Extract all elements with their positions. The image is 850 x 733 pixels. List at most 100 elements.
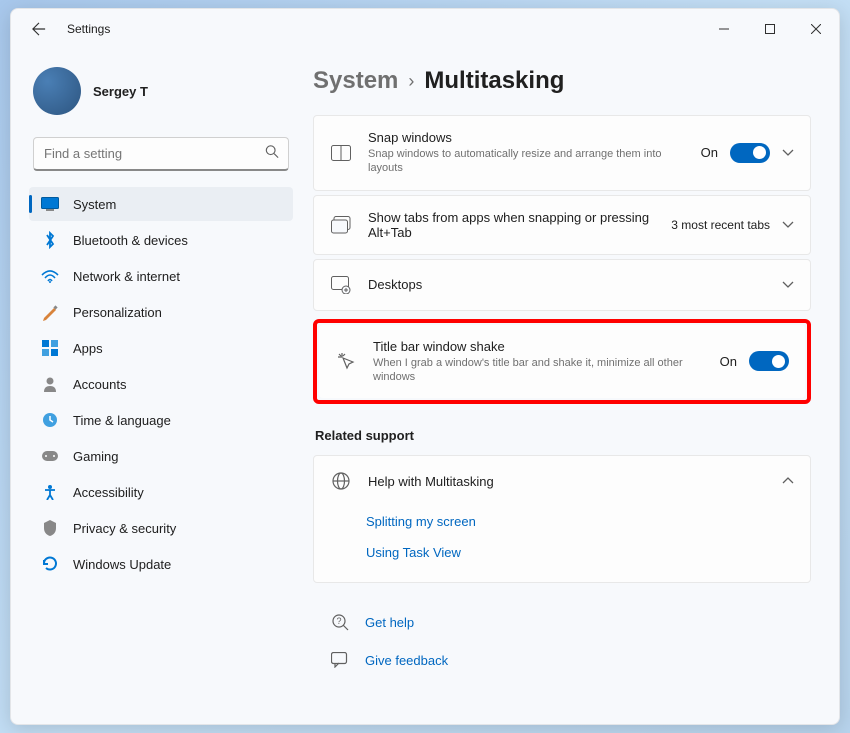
- desktops-card[interactable]: Desktops: [313, 259, 811, 311]
- nav-list: System Bluetooth & devices Network & int…: [29, 187, 293, 581]
- minimize-icon: [719, 24, 729, 34]
- privacy-icon: [41, 519, 59, 537]
- search-input[interactable]: [33, 137, 289, 171]
- search-icon: [265, 145, 279, 164]
- chevron-down-icon: [782, 216, 794, 234]
- nav-time[interactable]: Time & language: [29, 403, 293, 437]
- expander-title: Help with Multitasking: [368, 474, 494, 489]
- card-title: Snap windows: [368, 130, 685, 145]
- card-body: Desktops: [368, 277, 766, 292]
- nav-label: Network & internet: [73, 269, 180, 284]
- nav-privacy[interactable]: Privacy & security: [29, 511, 293, 545]
- update-icon: [41, 555, 59, 573]
- breadcrumb: System › Multitasking: [313, 67, 811, 95]
- toggle-state-label: On: [701, 145, 718, 160]
- accessibility-icon: [41, 483, 59, 501]
- close-button[interactable]: [793, 9, 839, 49]
- sidebar: Sergey T System Bluetooth & devices Netw…: [11, 49, 301, 724]
- nav-personalization[interactable]: Personalization: [29, 295, 293, 329]
- tabs-icon: [330, 214, 352, 236]
- snap-toggle[interactable]: [730, 143, 770, 163]
- link-label: Get help: [365, 615, 414, 630]
- nav-accounts[interactable]: Accounts: [29, 367, 293, 401]
- profile-header[interactable]: Sergey T: [29, 61, 293, 129]
- breadcrumb-separator-icon: ›: [408, 71, 414, 92]
- dropdown-value[interactable]: 3 most recent tabs: [671, 218, 770, 232]
- help-icon: ?: [329, 611, 351, 633]
- nav-label: Apps: [73, 341, 103, 356]
- nav-gaming[interactable]: Gaming: [29, 439, 293, 473]
- globe-help-icon: [330, 470, 352, 492]
- nav-accessibility[interactable]: Accessibility: [29, 475, 293, 509]
- network-icon: [41, 267, 59, 285]
- related-support-heading: Related support: [315, 428, 811, 443]
- titlebar: Settings: [11, 9, 839, 49]
- card-body: Snap windows Snap windows to automatical…: [368, 130, 685, 176]
- snap-windows-card[interactable]: Snap windows Snap windows to automatical…: [313, 115, 811, 191]
- help-expander-header[interactable]: Help with Multitasking: [314, 456, 810, 506]
- card-title: Title bar window shake: [373, 339, 704, 354]
- card-description: Snap windows to automatically resize and…: [368, 147, 685, 176]
- search-box: [33, 137, 289, 171]
- nav-label: Gaming: [73, 449, 119, 464]
- back-button[interactable]: [23, 13, 55, 45]
- nav-system[interactable]: System: [29, 187, 293, 221]
- give-feedback-link[interactable]: Give feedback: [313, 641, 811, 679]
- toggle-state-label: On: [720, 354, 737, 369]
- maximize-button[interactable]: [747, 9, 793, 49]
- maximize-icon: [765, 24, 775, 34]
- apps-icon: [41, 339, 59, 357]
- highlighted-setting: Title bar window shake When I grab a win…: [313, 319, 811, 405]
- minimize-button[interactable]: [701, 9, 747, 49]
- system-icon: [41, 195, 59, 213]
- get-help-link[interactable]: ? Get help: [313, 603, 811, 641]
- nav-label: Accounts: [73, 377, 126, 392]
- help-link[interactable]: Splitting my screen: [366, 506, 794, 537]
- back-arrow-icon: [32, 22, 46, 36]
- card-description: When I grab a window's title bar and sha…: [373, 356, 704, 385]
- username: Sergey T: [93, 84, 148, 99]
- breadcrumb-current: Multitasking: [424, 67, 564, 95]
- card-controls: On: [701, 143, 794, 163]
- card-controls: On: [720, 351, 789, 371]
- content-area: Sergey T System Bluetooth & devices Netw…: [11, 49, 839, 724]
- card-title: Desktops: [368, 277, 766, 292]
- expander-body: Splitting my screen Using Task View: [314, 506, 810, 582]
- nav-label: Bluetooth & devices: [73, 233, 188, 248]
- feedback-icon: [329, 649, 351, 671]
- accounts-icon: [41, 375, 59, 393]
- card-controls: 3 most recent tabs: [671, 216, 794, 234]
- alt-tab-card[interactable]: Show tabs from apps when snapping or pre…: [313, 195, 811, 255]
- nav-label: Time & language: [73, 413, 171, 428]
- time-icon: [41, 411, 59, 429]
- nav-bluetooth[interactable]: Bluetooth & devices: [29, 223, 293, 257]
- window-controls: [701, 9, 839, 49]
- nav-label: Privacy & security: [73, 521, 176, 536]
- nav-update[interactable]: Windows Update: [29, 547, 293, 581]
- desktops-icon: [330, 274, 352, 296]
- nav-apps[interactable]: Apps: [29, 331, 293, 365]
- card-title: Show tabs from apps when snapping or pre…: [368, 210, 655, 240]
- main-panel: System › Multitasking Snap windows Snap …: [301, 49, 839, 724]
- nav-label: System: [73, 197, 116, 212]
- nav-label: Personalization: [73, 305, 162, 320]
- shake-toggle[interactable]: [749, 351, 789, 371]
- settings-window: Settings Sergey T System Bluetooth & dev…: [10, 8, 840, 725]
- snap-layout-icon: [330, 142, 352, 164]
- gaming-icon: [41, 447, 59, 465]
- help-expander: Help with Multitasking Splitting my scre…: [313, 455, 811, 583]
- nav-network[interactable]: Network & internet: [29, 259, 293, 293]
- breadcrumb-parent[interactable]: System: [313, 67, 398, 95]
- svg-text:?: ?: [336, 616, 341, 626]
- avatar: [33, 67, 81, 115]
- footer-links: ? Get help Give feedback: [313, 603, 811, 679]
- title-bar-shake-card[interactable]: Title bar window shake When I grab a win…: [319, 325, 805, 399]
- chevron-down-icon: [782, 144, 794, 162]
- help-link[interactable]: Using Task View: [366, 537, 794, 568]
- card-body: Title bar window shake When I grab a win…: [373, 339, 704, 385]
- cursor-click-icon: [335, 350, 357, 372]
- link-label: Give feedback: [365, 653, 448, 668]
- chevron-up-icon: [782, 472, 794, 490]
- bluetooth-icon: [41, 231, 59, 249]
- card-controls: [782, 276, 794, 294]
